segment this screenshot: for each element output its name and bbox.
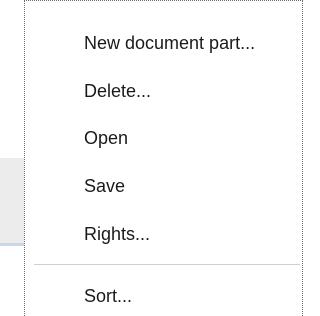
menu-separator-highlight: [34, 265, 300, 266]
menu-item-sort[interactable]: Sort...: [84, 286, 132, 306]
background-strip-accent: [0, 243, 24, 246]
menu-item-open[interactable]: Open: [84, 128, 128, 148]
menu-item-new-document-part[interactable]: New document part...: [84, 33, 255, 53]
context-menu: New document part... Delete... Open Save…: [24, 0, 303, 316]
menu-item-rights[interactable]: Rights...: [84, 224, 150, 244]
menu-item-save[interactable]: Save: [84, 176, 125, 196]
menu-item-delete[interactable]: Delete...: [84, 81, 151, 101]
background-toolbar-strip: [0, 158, 24, 246]
